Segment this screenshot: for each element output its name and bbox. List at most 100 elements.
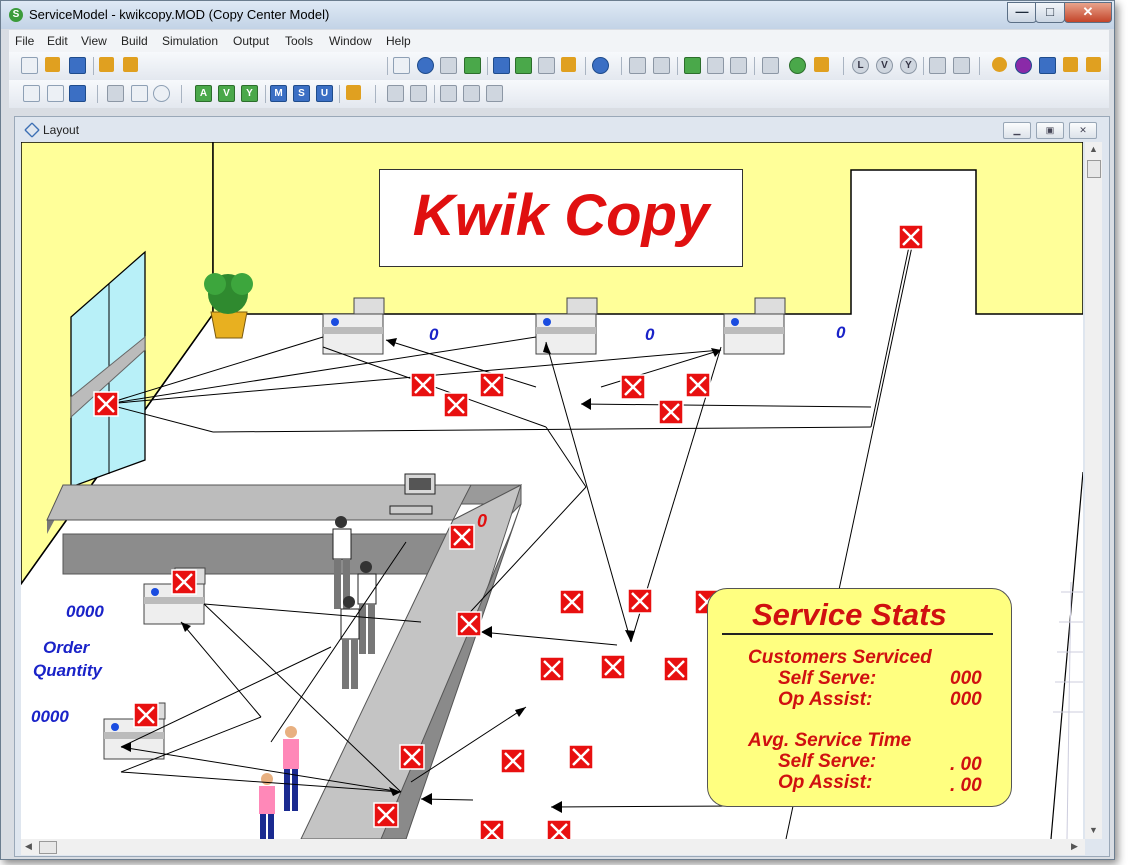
location-marker-icon[interactable]: [600, 654, 626, 680]
title-bar[interactable]: S ServiceModel - kwikcopy.MOD (Copy Cent…: [1, 1, 1114, 29]
triangle-icon[interactable]: [1039, 57, 1056, 74]
menu-window[interactable]: Window: [329, 34, 372, 48]
palette-icon[interactable]: [992, 57, 1007, 72]
location-marker-icon[interactable]: [685, 372, 711, 398]
arrivals-icon[interactable]: [493, 57, 510, 74]
scroll-down-icon[interactable]: ▼: [1089, 825, 1098, 835]
new-file-icon[interactable]: [21, 57, 38, 74]
location-marker-icon[interactable]: [410, 372, 436, 398]
location-marker-icon[interactable]: [479, 819, 505, 839]
v-icon[interactable]: V: [218, 85, 235, 102]
note-icon[interactable]: [346, 85, 361, 100]
maximize-button[interactable]: □: [1035, 2, 1065, 23]
film-icon[interactable]: [762, 57, 779, 74]
location-marker-icon[interactable]: [479, 372, 505, 398]
scroll-right-icon[interactable]: ▶: [1071, 841, 1078, 852]
horizontal-scroll-thumb[interactable]: [39, 841, 57, 854]
chart-alt-icon[interactable]: [953, 57, 970, 74]
location-marker-icon[interactable]: [373, 802, 399, 828]
main-window: S ServiceModel - kwikcopy.MOD (Copy Cent…: [0, 0, 1115, 860]
zoom-window-icon[interactable]: [131, 85, 148, 102]
layout-minimize-button[interactable]: ▁: [1003, 122, 1031, 139]
menu-view[interactable]: View: [81, 34, 107, 48]
location-marker-icon[interactable]: [456, 611, 482, 637]
scroll-up-icon[interactable]: ▲: [1089, 144, 1098, 154]
layout-maximize-button[interactable]: ▣: [1036, 122, 1064, 139]
pause-icon[interactable]: [707, 57, 724, 74]
s-icon[interactable]: S: [293, 85, 310, 102]
circle-tool-icon[interactable]: [417, 57, 434, 74]
select-icon[interactable]: [410, 85, 427, 102]
menu-help[interactable]: Help: [386, 34, 411, 48]
model-package-icon[interactable]: [123, 57, 138, 72]
info-icon[interactable]: [592, 57, 609, 74]
location-marker-icon[interactable]: [133, 702, 159, 728]
scroll-left-icon[interactable]: ◀: [25, 841, 32, 852]
entity-tool-icon[interactable]: [464, 57, 481, 74]
stats-divider: [722, 633, 993, 635]
location-marker-icon[interactable]: [500, 748, 526, 774]
menu-simulation[interactable]: Simulation: [162, 34, 218, 48]
location-marker-icon[interactable]: [93, 391, 119, 417]
chart-icon[interactable]: [929, 57, 946, 74]
menu-build[interactable]: Build: [121, 34, 148, 48]
edit-layout-icon[interactable]: [47, 85, 64, 102]
save-icon[interactable]: [69, 57, 86, 74]
simulation-options-icon[interactable]: [629, 57, 646, 74]
globe-icon[interactable]: [789, 57, 806, 74]
location-marker-icon[interactable]: [546, 819, 572, 839]
route-icon[interactable]: [440, 85, 457, 102]
spiral-icon[interactable]: [1015, 57, 1032, 74]
hand-pointer-icon[interactable]: [387, 85, 404, 102]
location-marker-icon[interactable]: [559, 589, 585, 615]
location-marker-icon[interactable]: [898, 224, 924, 250]
logic-v-icon[interactable]: V: [876, 57, 893, 74]
calendar-icon[interactable]: [561, 57, 576, 72]
hand-icon[interactable]: [107, 85, 124, 102]
horizontal-scrollbar[interactable]: ◀ ▶: [21, 839, 1085, 855]
path-tool-icon[interactable]: [440, 57, 457, 74]
trash-icon[interactable]: [486, 85, 503, 102]
u-icon[interactable]: U: [316, 85, 333, 102]
minimize-button[interactable]: —: [1007, 2, 1037, 23]
run-icon[interactable]: [684, 57, 701, 74]
location-marker-icon[interactable]: [399, 744, 425, 770]
menu-output[interactable]: Output: [233, 34, 269, 48]
location-marker-icon[interactable]: [171, 569, 197, 595]
menu-edit[interactable]: Edit: [47, 34, 68, 48]
resources-icon[interactable]: [538, 57, 555, 74]
run-to-icon[interactable]: [814, 57, 829, 72]
a-icon[interactable]: A: [195, 85, 212, 102]
location-marker-icon[interactable]: [443, 392, 469, 418]
logic-l-icon[interactable]: L: [852, 57, 869, 74]
windows-icon[interactable]: [653, 57, 670, 74]
rectangle-tool-icon[interactable]: [393, 57, 410, 74]
stop-icon[interactable]: [730, 57, 747, 74]
layout-close-button[interactable]: ✕: [1069, 122, 1097, 139]
grid-icon[interactable]: [23, 85, 40, 102]
location-marker-icon[interactable]: [658, 399, 684, 425]
open-folder-icon[interactable]: [45, 57, 60, 72]
location-marker-icon[interactable]: [449, 524, 475, 550]
vertical-scroll-thumb[interactable]: [1087, 160, 1101, 178]
route-alt-icon[interactable]: [463, 85, 480, 102]
location-marker-icon[interactable]: [663, 656, 689, 682]
location-marker-icon[interactable]: [620, 374, 646, 400]
zoom-icon[interactable]: [153, 85, 170, 102]
merge-model-icon[interactable]: [99, 57, 114, 72]
close-button[interactable]: ✕: [1064, 2, 1112, 23]
location-marker-icon[interactable]: [627, 588, 653, 614]
download-icon[interactable]: [515, 57, 532, 74]
y-icon[interactable]: Y: [241, 85, 258, 102]
m-icon[interactable]: M: [270, 85, 287, 102]
menu-tools[interactable]: Tools: [285, 34, 313, 48]
location-marker-icon[interactable]: [568, 744, 594, 770]
copy-icon[interactable]: [1086, 57, 1101, 72]
vertical-scrollbar[interactable]: ▲ ▼: [1085, 142, 1102, 839]
layout-canvas[interactable]: Kwik Copy 0 0 0 0 0000 Order Quantity 00…: [21, 142, 1083, 839]
paint-icon[interactable]: [1063, 57, 1078, 72]
next-icon[interactable]: [69, 85, 86, 102]
logic-y-icon[interactable]: Y: [900, 57, 917, 74]
menu-file[interactable]: File: [15, 34, 34, 48]
location-marker-icon[interactable]: [539, 656, 565, 682]
